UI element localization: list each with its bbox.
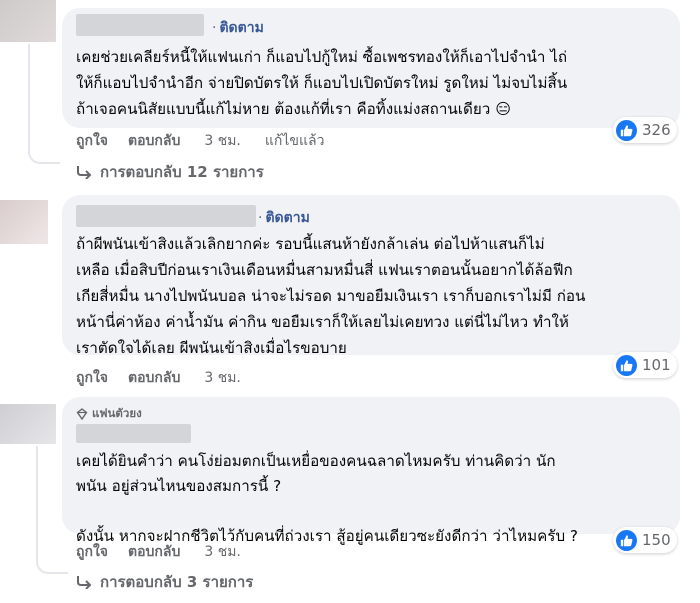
comment-actions: ถูกใจ ตอบกลับ 3 ชม. [76, 541, 241, 563]
comment-text: เคยช่วยเคลียร์หนี้ให้แฟนเก่า ก็แอบไปกู้ใ… [76, 48, 568, 118]
thread-line [36, 446, 38, 558]
view-replies-button[interactable]: การตอบกลับ 3 รายการ [76, 570, 253, 594]
comment-actions: ถูกใจ ตอบกลับ 3 ชม. [76, 367, 241, 389]
follow-label[interactable]: ติดตาม [265, 210, 309, 226]
commenter-name-redacted[interactable] [76, 205, 256, 227]
avatar[interactable] [0, 0, 56, 42]
reaction-count: 326 [642, 121, 671, 139]
reply-button[interactable]: ตอบกลับ [128, 367, 180, 389]
follow-label[interactable]: ติดตาม [219, 20, 263, 36]
reaction-count: 101 [642, 356, 671, 374]
timestamp[interactable]: 3 ชม. [204, 130, 241, 152]
timestamp[interactable]: 3 ชม. [204, 541, 241, 563]
reaction-count-badge[interactable]: 150 [613, 527, 677, 553]
comment-bubble: แฟนตัวยง เคยได้ยินคำว่า คนโง่ย่อมตกเป็นเ… [62, 397, 680, 545]
avatar[interactable] [0, 200, 48, 244]
comment-bubble: · ติดตาม ถ้าผีพนันเข้าสิงแล้วเลิกยากค่ะ ร… [62, 195, 680, 357]
like-icon [616, 529, 637, 551]
fan-badge-icon [76, 408, 88, 420]
view-replies-label[interactable]: การตอบกลับ 12 รายการ [100, 160, 264, 184]
thread-curve [28, 148, 60, 164]
reply-button[interactable]: ตอบกลับ [128, 130, 180, 152]
commenter-name-redacted[interactable] [76, 424, 191, 443]
thread-curve [36, 558, 68, 574]
like-button[interactable]: ถูกใจ [76, 367, 108, 389]
reaction-count-badge[interactable]: 326 [613, 117, 677, 143]
thread-line [28, 44, 30, 148]
comment-bubble: · ติดตาม เคยช่วยเคลียร์หนี้ให้แฟนเก่า ก็แ… [62, 8, 680, 128]
reaction-count-badge[interactable]: 101 [613, 352, 677, 378]
view-replies-label[interactable]: การตอบกลับ 3 รายการ [100, 570, 253, 594]
follow-link[interactable]: · ติดตาม [212, 17, 264, 39]
like-icon [616, 354, 637, 376]
reply-button[interactable]: ตอบกลับ [128, 541, 180, 563]
timestamp[interactable]: 3 ชม. [204, 367, 241, 389]
commenter-name-redacted[interactable] [76, 14, 204, 36]
fan-badge-label: แฟนตัวยง [92, 406, 142, 420]
like-button[interactable]: ถูกใจ [76, 130, 108, 152]
like-button[interactable]: ถูกใจ [76, 541, 108, 563]
comment-text: เคยได้ยินคำว่า คนโง่ย่อมตกเป็นเหยื่อของค… [76, 452, 578, 545]
comment-actions: ถูกใจ ตอบกลับ 3 ชม. แก้ไขแล้ว [76, 130, 324, 152]
like-icon [616, 119, 637, 141]
top-fan-badge[interactable]: แฟนตัวยง [76, 405, 142, 423]
follow-link[interactable]: · ติดตาม [258, 207, 310, 229]
reply-arrow-icon [77, 576, 92, 589]
reaction-count: 150 [642, 531, 671, 549]
view-replies-button[interactable]: การตอบกลับ 12 รายการ [76, 160, 264, 184]
comment-text: ถ้าผีพนันเข้าสิงแล้วเลิกยากค่ะ รอบนี้แสน… [76, 235, 586, 357]
edited-label: แก้ไขแล้ว [264, 133, 325, 149]
reply-arrow-icon [77, 166, 92, 179]
avatar[interactable] [0, 404, 56, 444]
